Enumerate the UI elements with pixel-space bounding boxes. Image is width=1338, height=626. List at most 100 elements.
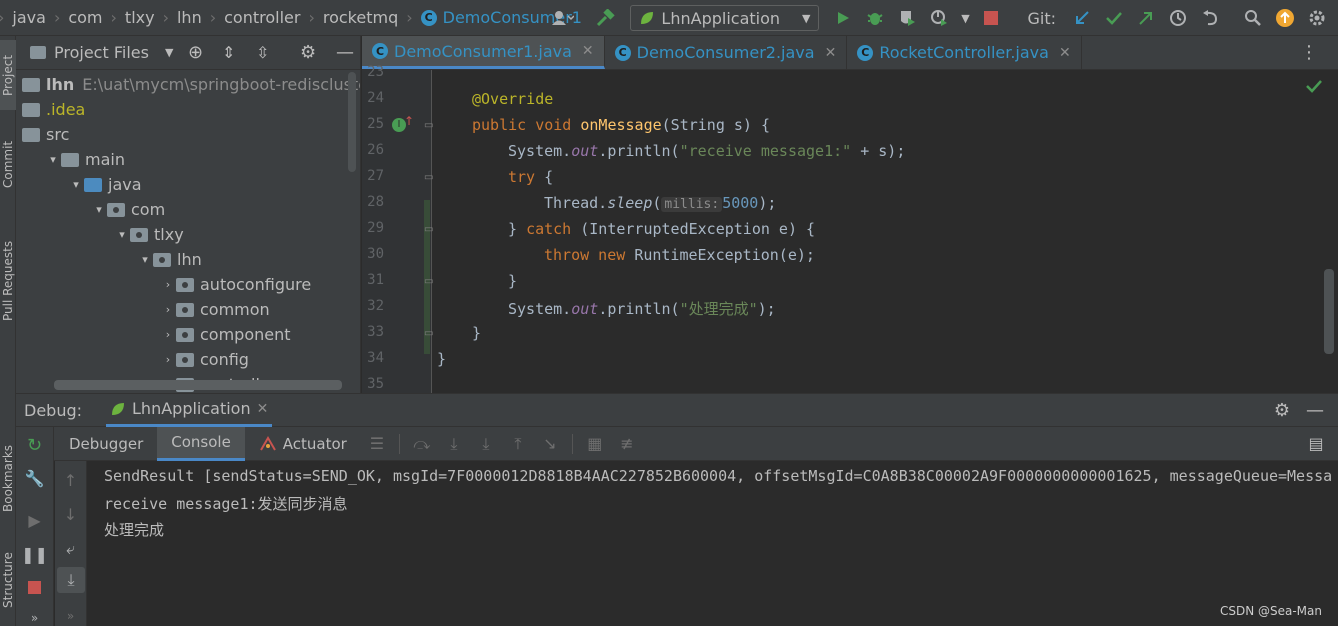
more-run-options-icon[interactable]: ▼: [958, 5, 972, 31]
fold-marker-icon[interactable]: ▭: [424, 172, 433, 183]
tab-democonsumer2[interactable]: C DemoConsumer2.java ✕: [605, 36, 848, 69]
resume-icon[interactable]: ▶: [16, 511, 53, 530]
chevron-down-icon[interactable]: ▾: [137, 253, 153, 266]
pause-icon[interactable]: ❚❚: [16, 545, 53, 564]
chevron-right-icon[interactable]: ›: [160, 353, 176, 366]
tree-item[interactable]: ▾ main: [45, 147, 125, 172]
tree-item[interactable]: ▾ tlxy: [114, 222, 183, 247]
rerun-icon[interactable]: ↻: [16, 435, 53, 456]
close-icon[interactable]: ✕: [257, 401, 269, 417]
profile-icon[interactable]: [926, 5, 952, 31]
run-icon[interactable]: [830, 5, 856, 31]
hide-panel-icon[interactable]: —: [336, 42, 354, 63]
user-icon[interactable]: [550, 5, 576, 31]
debug-settings-gear-icon[interactable]: ⚙: [1274, 400, 1290, 421]
tool-tab-project[interactable]: Project: [0, 40, 16, 110]
build-hammer-icon[interactable]: [593, 5, 619, 31]
trace-stream-icon[interactable]: ≢: [614, 431, 640, 457]
locate-target-icon[interactable]: ⊕: [188, 42, 203, 63]
scrollbar-thumb[interactable]: [1324, 269, 1334, 354]
scroll-to-end-icon[interactable]: ⤓: [57, 567, 85, 593]
layout-settings-icon[interactable]: ▤: [1303, 431, 1329, 457]
git-commit-icon[interactable]: [1101, 5, 1127, 31]
modify-run-configuration-icon[interactable]: 🔧: [16, 469, 53, 488]
git-push-icon[interactable]: [1133, 5, 1159, 31]
run-to-cursor-icon[interactable]: ↘: [537, 431, 563, 457]
history-clock-icon[interactable]: [1165, 5, 1191, 31]
expand-all-icon[interactable]: ⇕: [222, 43, 235, 62]
horizontal-scrollbar[interactable]: [54, 380, 342, 390]
more-icon[interactable]: »: [55, 609, 86, 623]
debug-icon[interactable]: [862, 5, 888, 31]
breadcrumb-com[interactable]: com: [68, 8, 102, 27]
run-configuration-select[interactable]: LhnApplication ▼: [630, 5, 820, 31]
breadcrumb-java[interactable]: java: [12, 8, 46, 27]
step-out-icon[interactable]: ⤒: [505, 431, 531, 457]
fold-marker-icon[interactable]: ▭: [424, 120, 433, 131]
tab-democonsumer1[interactable]: C DemoConsumer1.java ✕: [362, 36, 605, 69]
project-view-selector[interactable]: Project Files: [54, 43, 149, 62]
scroll-down-icon[interactable]: ↓: [55, 505, 86, 524]
chevron-down-icon[interactable]: ▾: [91, 203, 107, 216]
evaluate-expression-icon[interactable]: ▦: [582, 431, 608, 457]
scroll-up-icon[interactable]: ↑: [55, 471, 86, 490]
chevron-right-icon[interactable]: ›: [160, 328, 176, 341]
breadcrumb-controller[interactable]: controller: [224, 8, 300, 27]
breadcrumb-lhn[interactable]: lhn: [177, 8, 202, 27]
panel-settings-gear-icon[interactable]: ⚙: [300, 42, 316, 63]
tab-console[interactable]: Console: [157, 426, 245, 461]
chevron-down-icon[interactable]: ▾: [68, 178, 84, 191]
search-icon[interactable]: [1240, 5, 1266, 31]
chevron-right-icon[interactable]: ›: [160, 278, 176, 291]
coverage-icon[interactable]: [894, 5, 920, 31]
menu-icon[interactable]: ☰: [364, 431, 390, 457]
close-icon[interactable]: ✕: [1059, 45, 1071, 61]
stop-icon[interactable]: [16, 579, 53, 598]
chevron-right-icon[interactable]: ›: [160, 303, 176, 316]
more-icon[interactable]: »: [16, 611, 53, 625]
more-tabs-icon[interactable]: ⋮: [1300, 42, 1318, 63]
collapse-all-icon[interactable]: ⇳: [256, 43, 269, 62]
chevron-down-icon[interactable]: ▼: [165, 46, 173, 59]
close-icon[interactable]: ✕: [825, 45, 837, 61]
rollback-icon[interactable]: [1197, 5, 1223, 31]
step-into-icon[interactable]: ⤓: [473, 431, 499, 457]
chevron-down-icon[interactable]: ▾: [45, 153, 61, 166]
update-available-icon[interactable]: [1272, 5, 1298, 31]
tree-item[interactable]: ▾ com: [91, 197, 165, 222]
soft-wrap-icon[interactable]: ⤶: [55, 539, 86, 559]
git-update-icon[interactable]: [1069, 5, 1095, 31]
no-problems-check-icon[interactable]: [1306, 78, 1322, 97]
settings-gear-icon[interactable]: [1304, 5, 1330, 31]
tree-item[interactable]: › autoconfigure: [160, 272, 311, 297]
tree-item[interactable]: ▾ lhn: [137, 247, 202, 272]
tree-item[interactable]: ▾ java: [68, 172, 141, 197]
tree-item[interactable]: › component: [160, 322, 291, 347]
tree-item[interactable]: › config: [160, 347, 249, 372]
vertical-scrollbar[interactable]: [348, 72, 356, 172]
tool-tab-commit[interactable]: Commit: [0, 128, 16, 200]
fold-marker-icon[interactable]: ▭: [424, 276, 433, 287]
tree-item[interactable]: src: [22, 122, 69, 147]
close-icon[interactable]: ✕: [582, 43, 594, 59]
breadcrumb-tlxy[interactable]: tlxy: [125, 8, 155, 27]
tree-item[interactable]: › common: [160, 297, 270, 322]
tree-item[interactable]: .idea: [22, 97, 85, 122]
chevron-down-icon[interactable]: ▾: [114, 228, 130, 241]
override-arrow-icon[interactable]: ↑: [404, 114, 414, 128]
fold-marker-icon[interactable]: ▭: [424, 328, 433, 339]
tree-item[interactable]: lhn E:\uat\mycm\springboot-rediscluster: [22, 72, 360, 97]
fold-marker-icon[interactable]: ▭: [424, 224, 433, 235]
stop-icon[interactable]: [978, 5, 1004, 31]
tab-debugger[interactable]: Debugger: [55, 427, 157, 461]
debug-session-tab[interactable]: LhnApplication ✕: [106, 393, 273, 427]
breadcrumb-rocketmq[interactable]: rocketmq: [323, 8, 398, 27]
show-execution-point-icon[interactable]: ⤼: [409, 431, 435, 457]
editor-scrollbar[interactable]: [1324, 104, 1334, 358]
tab-actuator[interactable]: Actuator: [245, 427, 361, 461]
tool-tab-pull-requests[interactable]: Pull Requests: [0, 226, 16, 336]
tool-tab-bookmarks[interactable]: Bookmarks: [0, 432, 16, 524]
hide-panel-icon[interactable]: —: [1306, 400, 1324, 421]
tab-rocketcontroller[interactable]: C RocketController.java ✕: [847, 36, 1082, 69]
step-over-icon[interactable]: ⤓: [441, 431, 467, 457]
